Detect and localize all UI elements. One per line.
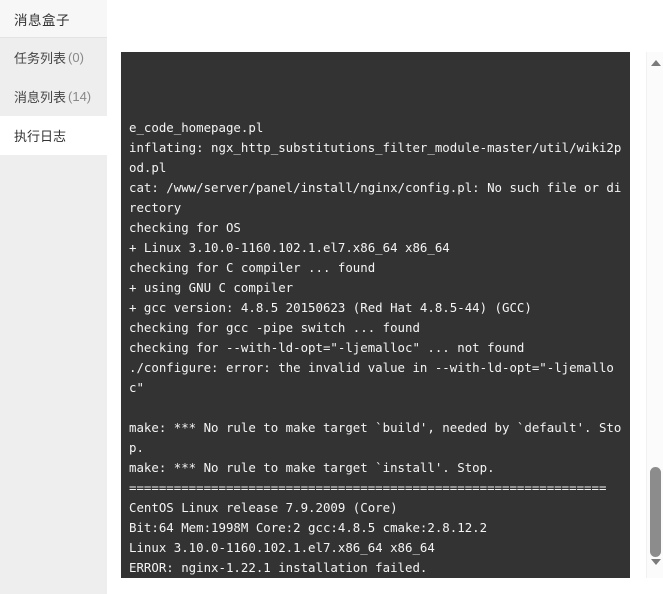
sidebar-item-count: (14) <box>68 89 92 104</box>
triangle-down-icon[interactable] <box>647 553 663 570</box>
log-text: CentOS Linux release 7.9.2009 (Core) <box>129 500 398 515</box>
log-line: make: *** No rule to make target `instal… <box>129 458 622 478</box>
sidebar-item-task-list[interactable]: 任务列表 (0) <box>0 38 107 77</box>
main-panel: e_code_homepage.pl inflating: ngx_http_su… <box>107 0 663 594</box>
log-line: checking for gcc -pipe switch ... found <box>129 318 622 338</box>
log-line: inflating: ngx_http_substitutions_filter… <box>129 138 622 178</box>
triangle-down-glyph <box>650 558 661 565</box>
triangle-up-icon[interactable] <box>647 54 663 71</box>
scrollbar-thumb[interactable] <box>650 467 661 557</box>
log-text: make: *** No rule to make target `build'… <box>129 420 622 455</box>
sidebar: 消息盒子 任务列表 (0) 消息列表 (14) 执行日志 <box>0 0 107 594</box>
log-line: ERROR: nginx-1.22.1 installation failed. <box>129 558 622 578</box>
log-line: + gcc version: 4.8.5 20150623 (Red Hat 4… <box>129 298 622 318</box>
log-line: CentOS Linux release 7.9.2009 (Core) <box>129 498 622 518</box>
log-line: checking for OS <box>129 218 622 238</box>
sidebar-item-label: 执行日志 <box>14 129 67 144</box>
log-text: checking for --with-ld-opt="-ljemalloc" … <box>129 340 525 355</box>
log-text: + Linux 3.10.0-1160.102.1.el7.x86_64 x86… <box>129 240 450 255</box>
log-text: + gcc version: 4.8.5 20150623 (Red Hat 4… <box>129 300 532 315</box>
sidebar-item-label: 任务列表 <box>14 51 67 66</box>
log-line: ./configure: error: the invalid value in… <box>129 358 622 398</box>
log-text: Linux 3.10.0-1160.102.1.el7.x86_64 x86_6… <box>129 540 435 555</box>
log-text: checking for gcc -pipe switch ... found <box>129 320 420 335</box>
log-line: + using GNU C compiler <box>129 278 622 298</box>
log-line: make: *** No rule to make target `build'… <box>129 418 622 458</box>
log-scrollbar[interactable] <box>646 52 663 578</box>
log-line: checking for --with-ld-opt="-ljemalloc" … <box>129 338 622 358</box>
log-text: checking for OS <box>129 220 241 235</box>
message-box-window: 消息盒子 任务列表 (0) 消息列表 (14) 执行日志 e_code_home… <box>0 0 663 594</box>
log-text: inflating: ngx_http_substitutions_filter… <box>129 140 622 175</box>
sidebar-item-execution-log[interactable]: 执行日志 <box>0 116 107 155</box>
log-line: Bit:64 Mem:1998M Core:2 gcc:4.8.5 cmake:… <box>129 518 622 538</box>
log-text: checking for C compiler ... found <box>129 260 376 275</box>
log-text: ERROR: nginx-1.22.1 installation failed. <box>129 560 428 575</box>
sidebar-item-message-list[interactable]: 消息列表 (14) <box>0 77 107 116</box>
log-text: ========================================… <box>129 480 607 495</box>
log-text: e_code_homepage.pl <box>129 120 264 135</box>
sidebar-header-title: 消息盒子 <box>0 0 107 38</box>
log-text: make: *** No rule to make target `instal… <box>129 460 495 475</box>
log-text: + using GNU C compiler <box>129 280 294 295</box>
log-text: cat: /www/server/panel/install/nginx/con… <box>129 180 622 215</box>
log-line: checking for C compiler ... found <box>129 258 622 278</box>
triangle-up-glyph <box>650 59 661 66</box>
log-text: Bit:64 Mem:1998M Core:2 gcc:4.8.5 cmake:… <box>129 520 488 535</box>
sidebar-item-count: (0) <box>68 50 84 65</box>
log-line: Linux 3.10.0-1160.102.1.el7.x86_64 x86_6… <box>129 538 622 558</box>
log-text: ./configure: error: the invalid value in… <box>129 360 614 395</box>
execution-log-console[interactable]: e_code_homepage.pl inflating: ngx_http_su… <box>121 52 630 578</box>
sidebar-item-label: 消息列表 <box>14 90 67 105</box>
log-line: ========================================… <box>129 478 622 498</box>
sidebar-nav-list: 任务列表 (0) 消息列表 (14) 执行日志 <box>0 38 107 155</box>
log-line: + Linux 3.10.0-1160.102.1.el7.x86_64 x86… <box>129 238 622 258</box>
log-line: e_code_homepage.pl <box>129 118 622 138</box>
log-line: cat: /www/server/panel/install/nginx/con… <box>129 178 622 218</box>
